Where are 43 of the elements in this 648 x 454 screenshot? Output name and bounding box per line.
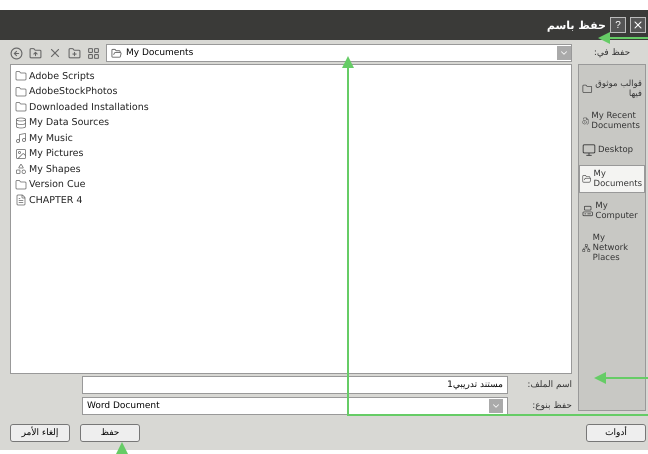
file-item[interactable]: My Pictures [29, 148, 84, 160]
file-item[interactable]: CHAPTER 4 [29, 194, 82, 206]
delete-icon[interactable] [48, 46, 62, 60]
file-name-label: اسم الملف: [526, 380, 572, 390]
places-item[interactable]: قوالب موثوق فيها [579, 75, 645, 103]
places-item[interactable]: My Computer [579, 197, 645, 225]
place-icon [582, 143, 596, 157]
file-name-field[interactable]: مستند تدريبي1 [82, 376, 508, 394]
new-folder-icon[interactable] [68, 46, 81, 60]
places-item[interactable]: Desktop [579, 139, 645, 161]
help-button[interactable]: ? [610, 17, 626, 33]
close-icon [632, 19, 644, 31]
save-button[interactable]: حفظ [80, 424, 140, 442]
close-button[interactable] [630, 17, 646, 33]
places-item[interactable]: My Network Places [579, 229, 645, 267]
file-type-label: حفظ بنوع: [531, 400, 572, 410]
callout-arrow [116, 442, 128, 454]
file-item[interactable]: My Shapes [29, 164, 81, 175]
place-icon [582, 241, 591, 255]
save-in-dropdown[interactable]: My Documents [106, 44, 572, 62]
dropdown-button[interactable] [557, 46, 571, 60]
callout-arrow [598, 32, 648, 44]
file-item[interactable]: My Music [29, 132, 73, 144]
places-item[interactable]: My Documents [579, 165, 645, 193]
file-item[interactable]: Adobe Scripts [29, 70, 95, 82]
window-title: حفظ باسم [546, 18, 606, 32]
views-icon[interactable] [87, 46, 100, 60]
back-icon[interactable] [10, 46, 23, 60]
document-icon [15, 194, 27, 206]
file-item[interactable]: My Data Sources [29, 117, 110, 128]
cancel-button[interactable]: إلغاء الأمر [10, 424, 70, 442]
places-item[interactable]: My Recent Documents [579, 107, 645, 135]
tools-button[interactable]: أدوات [586, 424, 646, 442]
place-icon [582, 204, 594, 218]
place-icon [582, 82, 593, 96]
save-in-label: حفظ في: [592, 47, 632, 60]
dropdown-button[interactable] [489, 398, 503, 412]
folder-up-icon[interactable] [29, 46, 42, 60]
file-type-dropdown[interactable]: Word Document [82, 396, 508, 414]
file-item[interactable]: Version Cue [29, 179, 86, 190]
file-item[interactable]: AdobeStockPhotos [29, 86, 118, 98]
save-in-value: My Documents [126, 48, 194, 58]
file-item[interactable]: Downloaded Installations [29, 102, 149, 113]
